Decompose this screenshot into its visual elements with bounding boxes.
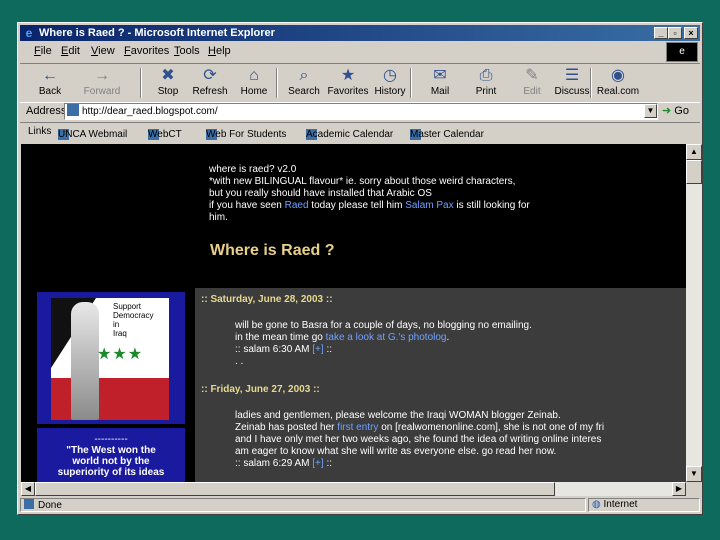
scroll-left-button[interactable]: ◀ [21, 482, 35, 496]
blog-title: Where is Raed ? [210, 242, 335, 259]
posts-column: :: Saturday, June 28, 2003 :: will be go… [195, 288, 686, 482]
links-bar: Links UNCA Webmail WebCT Web For Student… [20, 122, 700, 143]
forward-button[interactable]: → Forward [80, 66, 124, 100]
support-democracy-banner[interactable]: ★★★ Support Democracy in Iraq [37, 292, 185, 424]
ie-throbber-icon: e [666, 42, 698, 62]
window-title: Where is Raed ? - Microsoft Internet Exp… [39, 27, 275, 39]
mail-button[interactable]: ✉ Mail [418, 66, 462, 100]
home-button[interactable]: ⌂ Home [232, 66, 276, 100]
quote-box: ---------- "The West won the world not b… [37, 428, 185, 482]
toolbar-separator [590, 68, 592, 98]
menu-help[interactable]: Help [208, 45, 231, 57]
search-button[interactable]: ⌕ Search [282, 66, 326, 100]
status-text: Done [38, 500, 62, 511]
toolbar-separator [410, 68, 412, 98]
internet-zone-icon: ◍ [592, 499, 601, 510]
standard-toolbar: ← Back → Forward ✖ Stop ⟳ Refresh ⌂ Home ⌕ Search ★ F… [20, 63, 700, 103]
blog-header: where is raed? v2.0 *with new BILINGUAL … [209, 164, 530, 223]
menu-tools[interactable]: Tools [174, 45, 200, 57]
address-input[interactable]: http://dear_raed.blogspot.com/ [64, 103, 658, 120]
permalink[interactable]: [+] [312, 458, 323, 469]
history-icon: ◷ [383, 67, 397, 84]
back-arrow-icon: ← [42, 67, 58, 84]
edit-button[interactable]: ✎ Edit [510, 66, 554, 100]
stop-icon: ✖ [161, 67, 175, 84]
edit-icon: ✎ [525, 67, 539, 84]
menu-view[interactable]: View [91, 45, 115, 57]
browser-window: e Where is Raed ? - Microsoft Internet E… [17, 22, 703, 515]
realcom-icon: ◉ [611, 67, 625, 84]
photolog-link[interactable]: take a look at G.'s photolog [326, 332, 447, 343]
page-content: where is raed? v2.0 *with new BILINGUAL … [21, 144, 686, 482]
permalink[interactable]: [+] [312, 344, 323, 355]
go-button[interactable]: ➜ Go [662, 104, 689, 117]
title-bar[interactable]: e Where is Raed ? - Microsoft Internet E… [20, 25, 700, 41]
minimize-button[interactable]: _ [654, 27, 668, 39]
address-url: http://dear_raed.blogspot.com/ [82, 106, 218, 117]
history-button[interactable]: ◷ History [368, 66, 412, 100]
scroll-right-button[interactable]: ▶ [672, 482, 686, 496]
discuss-icon: ☰ [564, 67, 580, 84]
stop-button[interactable]: ✖ Stop [146, 66, 190, 100]
close-button[interactable]: × [684, 27, 698, 39]
search-icon: ⌕ [299, 67, 309, 84]
address-dropdown-button[interactable]: ▼ [644, 104, 657, 118]
print-button[interactable]: ⎙ Print [464, 66, 508, 100]
links-label[interactable]: Links [28, 126, 51, 137]
refresh-button[interactable]: ⟳ Refresh [188, 66, 232, 100]
home-icon: ⌂ [249, 67, 259, 84]
print-icon: ⎙ [479, 67, 493, 84]
menu-bar: File Edit View Favorites Tools Help [20, 42, 660, 62]
done-page-icon [24, 499, 34, 509]
favorites-button[interactable]: ★ Favorites [326, 66, 370, 100]
post-body: will be gone to Basra for a couple of da… [235, 320, 532, 367]
scroll-down-button[interactable]: ▼ [686, 466, 702, 482]
menu-edit[interactable]: Edit [61, 45, 80, 57]
real-com-button[interactable]: ◉ Real.com [596, 66, 640, 100]
toolbar-separator [276, 68, 278, 98]
page-icon [67, 104, 79, 116]
ie-logo-icon: e [25, 26, 33, 40]
maximize-button[interactable]: ▫ [668, 27, 682, 39]
first-entry-link[interactable]: first entry [337, 422, 378, 433]
go-arrow-icon: ➜ [662, 105, 672, 117]
vertical-scroll-thumb[interactable] [686, 160, 702, 184]
horizontal-scroll-thumb[interactable] [35, 482, 555, 496]
status-bar: Done ◍ Internet [20, 497, 700, 513]
iraq-flag-image: ★★★ Support Democracy in Iraq [51, 298, 169, 420]
security-zone: Internet [603, 499, 638, 510]
vertical-scrollbar[interactable]: ▲ ▼ [686, 144, 702, 482]
menu-file[interactable]: File [34, 45, 52, 57]
post-body: ladies and gentlemen, please welcome the… [235, 410, 605, 469]
back-button[interactable]: ← Back [28, 66, 72, 100]
address-label: Address [26, 105, 67, 117]
scroll-up-button[interactable]: ▲ [686, 144, 702, 160]
stars-icon: ★★★ [97, 346, 144, 363]
salam-pax-link[interactable]: Salam Pax [405, 200, 453, 211]
sidebar: ★★★ Support Democracy in Iraq ----------… [33, 288, 193, 482]
raed-link[interactable]: Raed [285, 200, 309, 211]
menu-favorites[interactable]: Favorites [124, 45, 169, 57]
forward-arrow-icon: → [94, 67, 110, 84]
post-date: :: Friday, June 27, 2003 :: [201, 384, 320, 395]
statue-icon [71, 302, 99, 420]
mail-icon: ✉ [433, 67, 447, 84]
address-bar: Address http://dear_raed.blogspot.com/ ▼… [20, 102, 700, 122]
favorites-icon: ★ [340, 67, 356, 84]
horizontal-scrollbar[interactable]: ◀ ▶ [21, 482, 686, 496]
toolbar-separator [140, 68, 142, 98]
refresh-icon: ⟳ [203, 67, 217, 84]
post-date: :: Saturday, June 28, 2003 :: [201, 294, 333, 305]
discuss-button[interactable]: ☰ Discuss [550, 66, 594, 100]
